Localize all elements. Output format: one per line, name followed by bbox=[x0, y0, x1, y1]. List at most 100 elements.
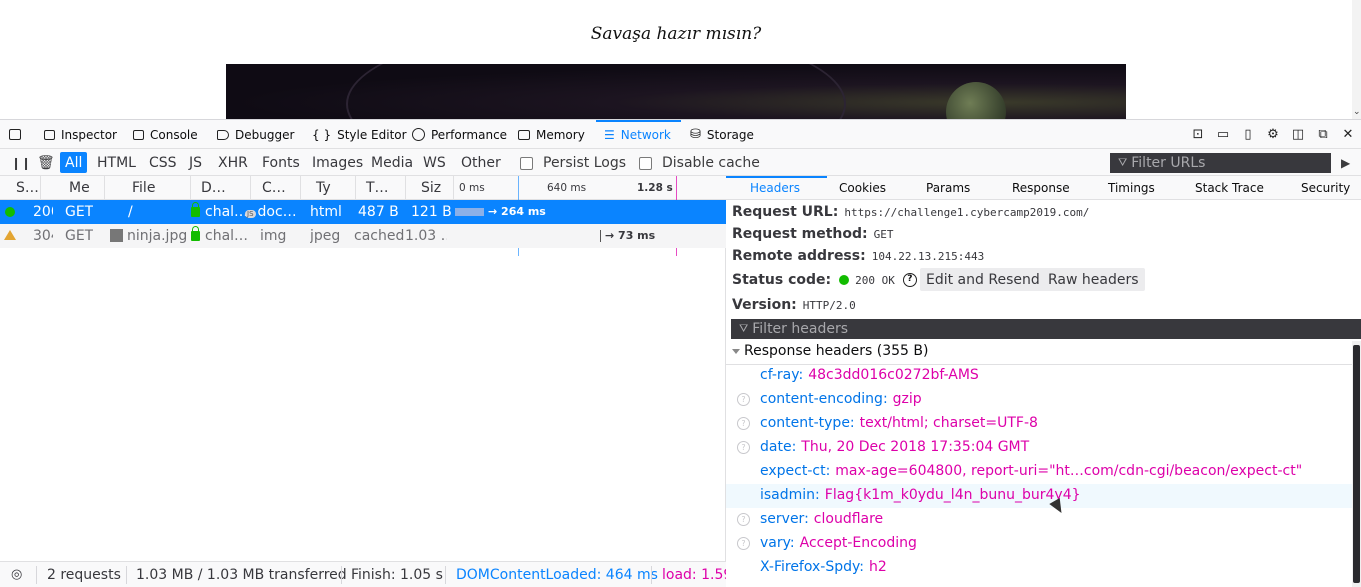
dom-content-loaded-time: DOMContentLoaded: 464 ms bbox=[456, 567, 658, 583]
load-time: load: 1.59 bbox=[662, 567, 733, 583]
persist-logs-checkbox[interactable]: Persist Logs bbox=[520, 153, 626, 173]
tab-stack-trace[interactable]: Stack Trace bbox=[1195, 176, 1264, 200]
response-header-row[interactable]: isadmin: Flag{k1m_k0ydu_l4n_bunu_bur4y4} bbox=[726, 484, 1352, 508]
filter-html[interactable]: HTML bbox=[92, 152, 141, 173]
raw-headers-button[interactable]: Raw headers bbox=[1042, 268, 1145, 291]
image-figure bbox=[946, 82, 1006, 119]
header-entry: cf-ray: 48c3dd016c0272bf-AMS bbox=[760, 367, 979, 383]
scroll-down-icon[interactable]: ⌄ bbox=[1353, 107, 1361, 117]
scrollbar-thumb[interactable] bbox=[1353, 345, 1360, 583]
tab-headers[interactable]: Headers bbox=[726, 176, 827, 200]
response-header-row[interactable]: expect-ct: max-age=604800, report-uri="ht… bbox=[726, 460, 1352, 484]
storage-icon: ⛁ bbox=[690, 127, 701, 142]
tab-cookies[interactable]: Cookies bbox=[839, 176, 886, 200]
tab-storage[interactable]: ⛁ Storage bbox=[690, 120, 754, 149]
persist-logs-box[interactable] bbox=[520, 156, 533, 170]
col-file[interactable]: File bbox=[128, 176, 191, 200]
performance-analysis-icon[interactable]: ◎ bbox=[11, 567, 22, 582]
tab-style-editor-label: Style Editor bbox=[337, 127, 407, 142]
separate-window-icon[interactable]: ⧉ bbox=[1316, 127, 1330, 142]
response-header-row[interactable]: ? vary: Accept-Encoding bbox=[726, 532, 1352, 556]
header-value: Flag{k1m_k0ydu_l4n_bunu_bur4y4} bbox=[824, 487, 1081, 503]
request-row[interactable]: 200 GET / chal… JSdoc… html 487 B 121 B … bbox=[0, 200, 726, 224]
timeline-tick-2: 1.28 s bbox=[637, 182, 673, 194]
response-headers-toggle[interactable]: Response headers (355 B) bbox=[732, 343, 928, 359]
request-file: ninja.jpg bbox=[127, 228, 188, 244]
file-icon bbox=[110, 200, 124, 224]
col-method[interactable]: Me bbox=[65, 176, 105, 200]
request-row[interactable]: 304 GET ninja.jpg chal… img jpeg cached … bbox=[0, 224, 726, 248]
settings-gear-icon[interactable]: ⚙ bbox=[1266, 127, 1280, 142]
header-entry: content-type: text/html; charset=UTF-8 bbox=[760, 415, 1038, 431]
toggle-sidebar-icon[interactable]: ▶︎ bbox=[1341, 153, 1350, 173]
dock-side-icon[interactable]: ◫ bbox=[1291, 127, 1305, 142]
col-type[interactable]: Ty bbox=[312, 176, 356, 200]
header-help-icon[interactable]: ? bbox=[737, 417, 750, 430]
close-icon[interactable]: ✕ bbox=[1341, 127, 1355, 142]
response-header-row[interactable]: X-Firefox-Spdy: h2 bbox=[726, 556, 1352, 580]
filter-xhr[interactable]: XHR bbox=[213, 152, 253, 173]
disable-cache-checkbox[interactable]: Disable cache bbox=[639, 153, 760, 173]
responsive-design-icon[interactable]: ▯ bbox=[1241, 127, 1255, 142]
response-header-row[interactable]: ? content-encoding: gzip bbox=[726, 388, 1352, 412]
split-console-icon[interactable]: ▭ bbox=[1216, 127, 1230, 142]
col-domain[interactable]: D… bbox=[197, 176, 251, 200]
header-value: cloudflare bbox=[813, 511, 884, 527]
tab-performance[interactable]: Performance bbox=[412, 120, 507, 149]
help-icon[interactable]: ? bbox=[902, 273, 917, 287]
clear-trash-icon[interactable]: 🗑 bbox=[37, 153, 55, 173]
tab-performance-label: Performance bbox=[431, 127, 508, 142]
tab-response[interactable]: Response bbox=[1012, 176, 1070, 200]
tab-inspector[interactable]: Inspector bbox=[44, 120, 117, 149]
request-url-value: https://challenge1.cybercamp2019.com/ bbox=[844, 206, 1090, 219]
header-name: date: bbox=[760, 439, 797, 455]
details-scrollbar[interactable] bbox=[1352, 341, 1361, 587]
header-help-icon[interactable]: ? bbox=[737, 441, 750, 454]
tab-console[interactable]: Console bbox=[133, 120, 198, 149]
tab-style-editor[interactable]: { } Style Editor bbox=[312, 120, 407, 149]
filter-headers-input[interactable]: ⛛ Filter headers bbox=[731, 319, 1361, 339]
filter-css[interactable]: CSS bbox=[144, 152, 182, 173]
version-row: Version: HTTP/2.0 bbox=[732, 297, 856, 313]
col-transferred[interactable]: T… bbox=[362, 176, 406, 200]
tab-debugger[interactable]: Debugger bbox=[217, 120, 294, 149]
header-help-icon[interactable]: ? bbox=[737, 513, 750, 526]
filter-fonts[interactable]: Fonts bbox=[257, 152, 305, 173]
header-name: vary: bbox=[760, 535, 795, 551]
filter-other[interactable]: Other bbox=[456, 152, 506, 173]
col-cause[interactable]: C… bbox=[258, 176, 301, 200]
header-entry: date: Thu, 20 Dec 2018 17:35:04 GMT bbox=[760, 439, 1029, 455]
tab-memory[interactable]: Memory bbox=[518, 120, 585, 149]
tab-security[interactable]: Security bbox=[1301, 176, 1350, 200]
header-help-icon[interactable]: ? bbox=[737, 393, 750, 406]
header-value: Accept-Encoding bbox=[799, 535, 917, 551]
response-header-row[interactable]: ? date: Thu, 20 Dec 2018 17:35:04 GMT bbox=[726, 436, 1352, 460]
filter-media[interactable]: Media bbox=[366, 152, 418, 173]
tab-params[interactable]: Params bbox=[926, 176, 970, 200]
pick-element-button[interactable] bbox=[9, 120, 21, 149]
header-help-icon[interactable]: ? bbox=[737, 537, 750, 550]
pause-icon[interactable]: ❙❙ bbox=[11, 153, 31, 173]
header-value: text/html; charset=UTF-8 bbox=[859, 415, 1038, 431]
header-value: 48c3dd016c0272bf-AMS bbox=[808, 367, 979, 383]
tab-timings[interactable]: Timings bbox=[1108, 176, 1155, 200]
dock-menu-icon[interactable]: ⊡ bbox=[1191, 127, 1205, 142]
edit-resend-button[interactable]: Edit and Resend bbox=[920, 268, 1046, 291]
tab-network[interactable]: ☰ Network bbox=[596, 120, 681, 149]
tab-inspector-label: Inspector bbox=[61, 127, 117, 142]
debugger-icon bbox=[217, 129, 229, 140]
col-status[interactable]: S… bbox=[12, 176, 41, 200]
filter-images[interactable]: Images bbox=[307, 152, 368, 173]
response-header-row[interactable]: ? content-type: text/html; charset=UTF-8 bbox=[726, 412, 1352, 436]
col-size[interactable]: Siz bbox=[417, 176, 454, 200]
response-header-row[interactable]: ? server: cloudflare bbox=[726, 508, 1352, 532]
filter-urls-placeholder: Filter URLs bbox=[1131, 155, 1206, 171]
filter-all[interactable]: All bbox=[60, 152, 88, 173]
response-header-row[interactable]: cf-ray: 48c3dd016c0272bf-AMS bbox=[726, 364, 1352, 388]
filter-urls-input[interactable]: ⛛ Filter URLs bbox=[1110, 153, 1331, 173]
filter-js[interactable]: JS bbox=[184, 152, 207, 173]
remote-address-row: Remote address: 104.22.13.215:443 bbox=[732, 248, 984, 264]
page-scrollbar[interactable]: ⌄ bbox=[1352, 0, 1361, 119]
disable-cache-box[interactable] bbox=[639, 156, 652, 170]
filter-ws[interactable]: WS bbox=[418, 152, 451, 173]
